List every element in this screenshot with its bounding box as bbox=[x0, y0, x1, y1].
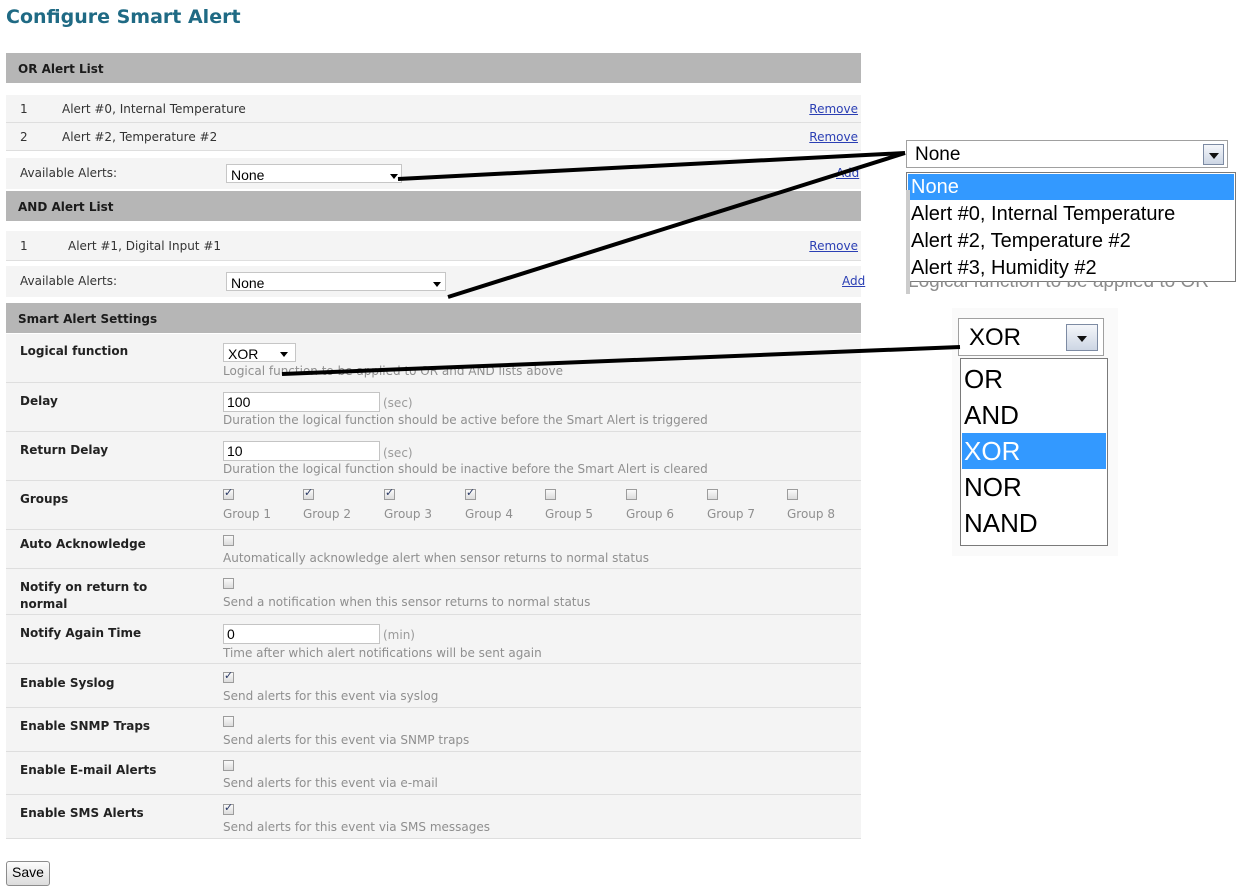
connector-line-logic bbox=[281, 345, 961, 376]
callout-connectors bbox=[281, 151, 961, 376]
